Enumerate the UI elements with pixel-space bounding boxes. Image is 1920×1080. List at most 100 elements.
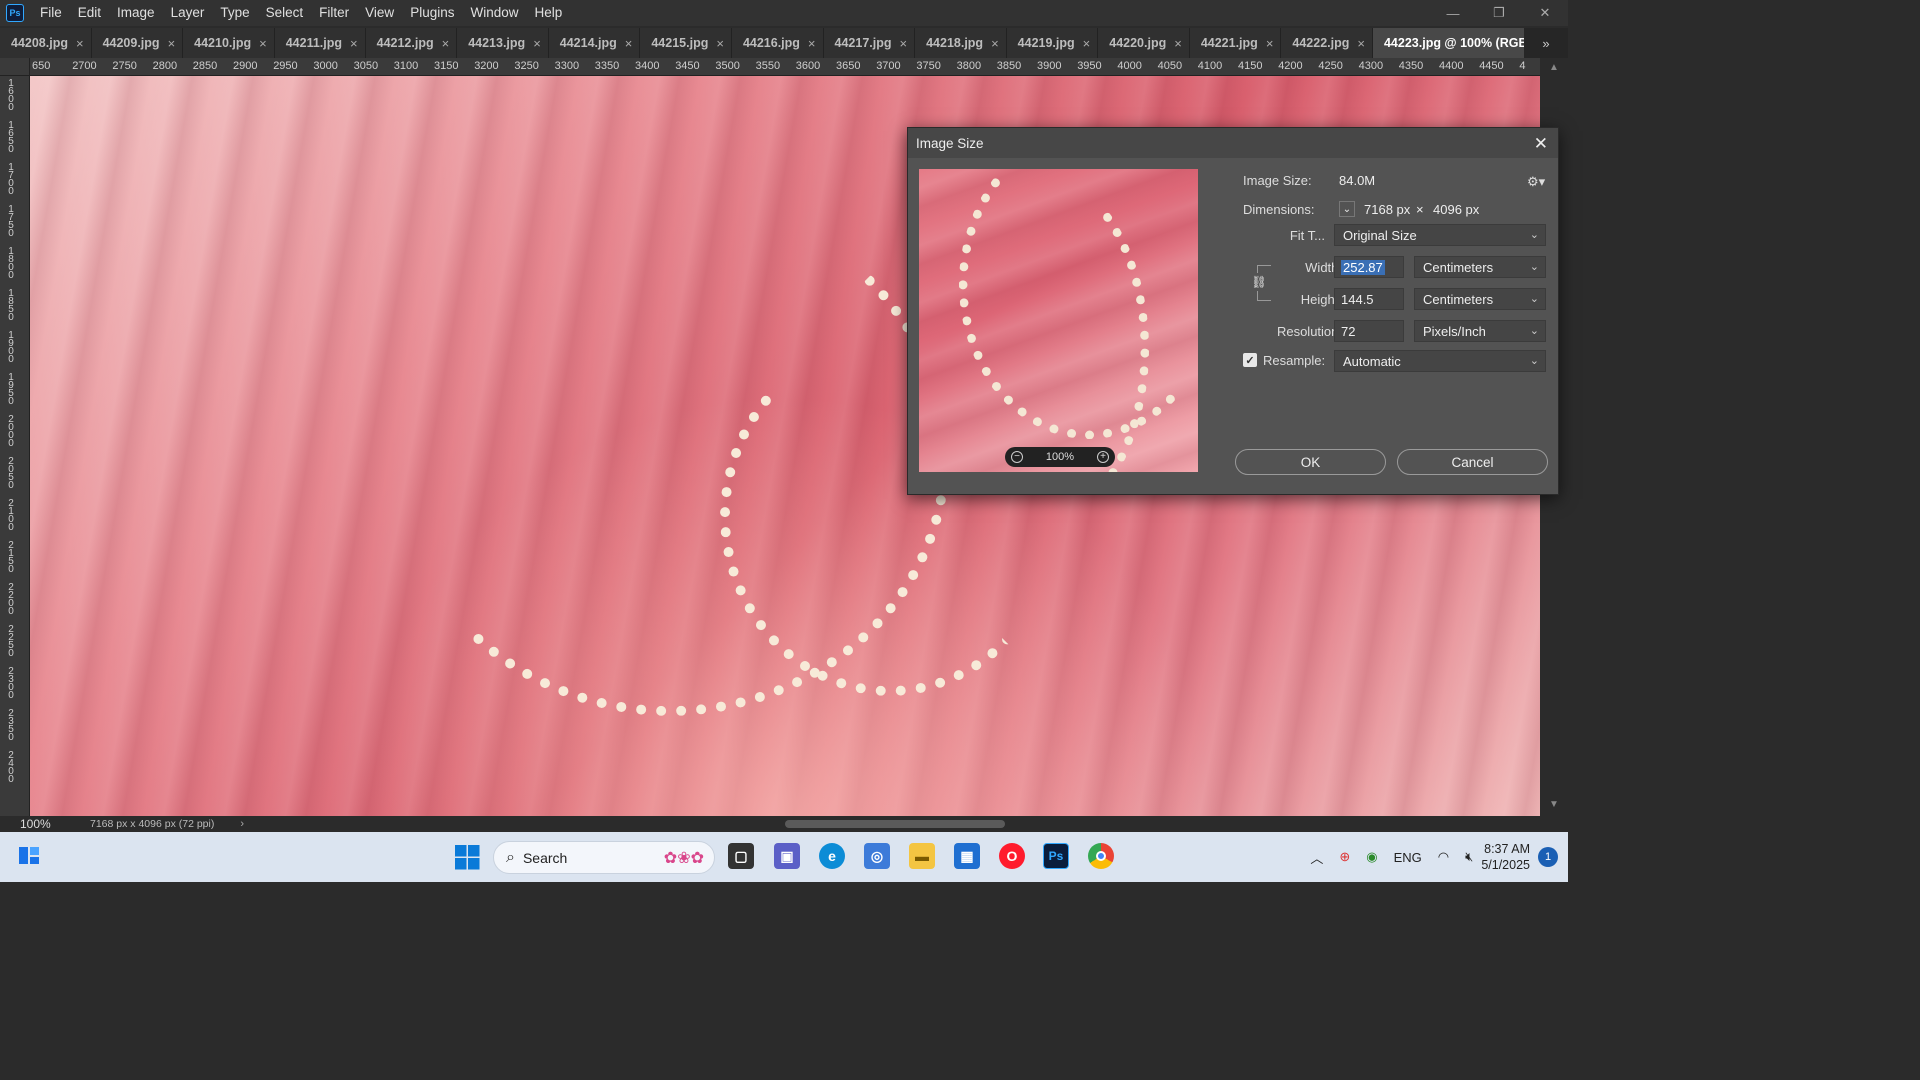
windows-start-icon[interactable]: [455, 845, 480, 873]
close-tab-icon[interactable]: ×: [808, 36, 816, 51]
gear-icon[interactable]: ⚙▾: [1527, 174, 1545, 190]
close-tab-icon[interactable]: ×: [168, 36, 176, 51]
restore-icon[interactable]: ❐: [1476, 0, 1522, 26]
document-tab[interactable]: 44221.jpg ×: [1189, 28, 1282, 58]
status-menu-icon[interactable]: ›: [240, 818, 244, 830]
menu-layer[interactable]: Layer: [163, 0, 213, 26]
document-tab[interactable]: 44222.jpg ×: [1281, 28, 1373, 58]
height-unit-select[interactable]: Centimeters ⌄: [1414, 288, 1546, 310]
chrome-icon[interactable]: [1088, 843, 1114, 869]
close-tab-icon[interactable]: ×: [533, 36, 541, 51]
menu-window[interactable]: Window: [462, 0, 526, 26]
store-icon[interactable]: ▦: [954, 843, 980, 869]
resolution-value: 72: [1341, 324, 1356, 339]
teams-icon[interactable]: ▣: [774, 843, 800, 869]
minimize-icon[interactable]: —: [1430, 0, 1476, 26]
width-value: 252.87: [1341, 260, 1385, 275]
chevron-up-icon[interactable]: ︿: [1310, 848, 1323, 867]
menu-filter[interactable]: Filter: [311, 0, 357, 26]
close-tab-icon[interactable]: ×: [991, 36, 999, 51]
scroll-down-icon[interactable]: ▼: [1549, 799, 1559, 810]
ruler-tick-label: 3150: [434, 60, 459, 72]
dimensions-unit-dropdown-icon[interactable]: ⌄: [1339, 201, 1355, 217]
menu-edit[interactable]: Edit: [70, 0, 109, 26]
wifi-icon[interactable]: ◠: [1438, 849, 1449, 865]
close-window-icon[interactable]: ✕: [1522, 0, 1568, 26]
image-preview[interactable]: − 100% +: [919, 169, 1198, 472]
document-tab[interactable]: 44212.jpg ×: [365, 28, 458, 58]
close-tab-icon[interactable]: ×: [442, 36, 450, 51]
resample-checkbox[interactable]: ✓: [1243, 353, 1257, 367]
resolution-unit-select[interactable]: Pixels/Inch ⌄: [1414, 320, 1546, 342]
close-tab-icon[interactable]: ×: [1174, 36, 1182, 51]
taskbar-search[interactable]: ⌕ Search ✿❀✿: [493, 841, 715, 874]
resample-select[interactable]: Automatic ⌄: [1334, 350, 1546, 372]
close-tab-icon[interactable]: ×: [1083, 36, 1091, 51]
close-tab-icon[interactable]: ×: [1357, 36, 1365, 51]
close-tab-icon[interactable]: ×: [716, 36, 724, 51]
document-tab[interactable]: 44214.jpg ×: [548, 28, 641, 58]
document-tab[interactable]: 44220.jpg ×: [1098, 28, 1190, 58]
notification-badge[interactable]: 1: [1538, 847, 1558, 867]
network-app-icon[interactable]: ◉: [1366, 849, 1377, 865]
menu-help[interactable]: Help: [526, 0, 570, 26]
menu-type[interactable]: Type: [212, 0, 257, 26]
menu-view[interactable]: View: [357, 0, 402, 26]
close-tab-icon[interactable]: ×: [76, 36, 84, 51]
height-input[interactable]: 144.5: [1334, 288, 1404, 310]
document-tab[interactable]: 44218.jpg ×: [915, 28, 1007, 58]
ruler-tick-label: 3550: [755, 60, 781, 72]
dialog-titlebar[interactable]: Image Size: [908, 128, 1558, 158]
resolution-input[interactable]: 72: [1334, 320, 1404, 342]
task-view-icon[interactable]: ▢: [728, 843, 754, 869]
menu-select[interactable]: Select: [258, 0, 312, 26]
dimension-height: 4096 px: [1433, 202, 1480, 217]
zoom-out-icon[interactable]: −: [1011, 451, 1023, 463]
vpn-icon[interactable]: ⊕: [1339, 849, 1350, 865]
file-explorer-icon[interactable]: ▬: [909, 843, 935, 869]
document-tab[interactable]: 44211.jpg ×: [274, 28, 366, 58]
document-tab[interactable]: 44213.jpg ×: [457, 28, 549, 58]
clock[interactable]: 8:37 AM 5/1/2025: [1481, 841, 1530, 873]
link-proportions-icon[interactable]: ⛓: [1251, 273, 1267, 291]
width-unit-select[interactable]: Centimeters ⌄: [1414, 256, 1546, 278]
photoshop-taskbar-icon[interactable]: Ps: [1043, 843, 1069, 869]
close-tab-icon[interactable]: ×: [350, 36, 358, 51]
menu-image[interactable]: Image: [109, 0, 163, 26]
close-tab-icon[interactable]: ×: [900, 36, 908, 51]
document-tab[interactable]: 44208.jpg ×: [0, 28, 92, 58]
close-tab-icon[interactable]: ×: [259, 36, 267, 51]
chevron-down-icon: ⌄: [1529, 355, 1539, 367]
window-controls: — ❐ ✕: [1430, 0, 1568, 26]
document-tab[interactable]: 44219.jpg ×: [1006, 28, 1099, 58]
tab-overflow-icon[interactable]: »: [1524, 28, 1568, 58]
ruler-tick-label: 2300: [8, 666, 14, 701]
close-tab-icon[interactable]: ×: [625, 36, 633, 51]
dialog-close-icon[interactable]: ✕: [1534, 134, 1548, 154]
document-tab[interactable]: 44210.jpg ×: [183, 28, 275, 58]
menu-plugins[interactable]: Plugins: [402, 0, 462, 26]
opera-icon[interactable]: O: [999, 843, 1025, 869]
document-tab[interactable]: 44216.jpg ×: [731, 28, 824, 58]
edge-icon[interactable]: e: [819, 843, 845, 869]
menu-file[interactable]: File: [32, 0, 70, 26]
close-tab-icon[interactable]: ×: [1266, 36, 1274, 51]
ok-button[interactable]: OK: [1235, 449, 1386, 475]
document-tab[interactable]: 44209.jpg ×: [91, 28, 184, 58]
zoom-level[interactable]: 100%: [0, 817, 60, 831]
scroll-up-icon[interactable]: ▲: [1549, 62, 1559, 73]
document-tab[interactable]: 44215.jpg ×: [640, 28, 732, 58]
lens-app-icon[interactable]: ◎: [864, 843, 890, 869]
horizontal-scroll-thumb[interactable]: [785, 820, 1005, 828]
horizontal-scrollbar[interactable]: [250, 816, 1540, 832]
resample-value: Automatic: [1343, 354, 1401, 369]
cancel-button[interactable]: Cancel: [1397, 449, 1548, 475]
document-tab[interactable]: 44217.jpg ×: [823, 28, 916, 58]
zoom-in-icon[interactable]: +: [1096, 451, 1109, 463]
fit-to-select[interactable]: Original Size ⌄: [1334, 224, 1546, 246]
width-input[interactable]: 252.87: [1334, 256, 1404, 278]
language-indicator[interactable]: ENG: [1394, 850, 1422, 865]
tab-label: 44221.jpg: [1200, 36, 1258, 50]
volume-muted-icon[interactable]: 🔇︎: [1465, 849, 1473, 865]
widgets-icon[interactable]: [16, 842, 42, 868]
